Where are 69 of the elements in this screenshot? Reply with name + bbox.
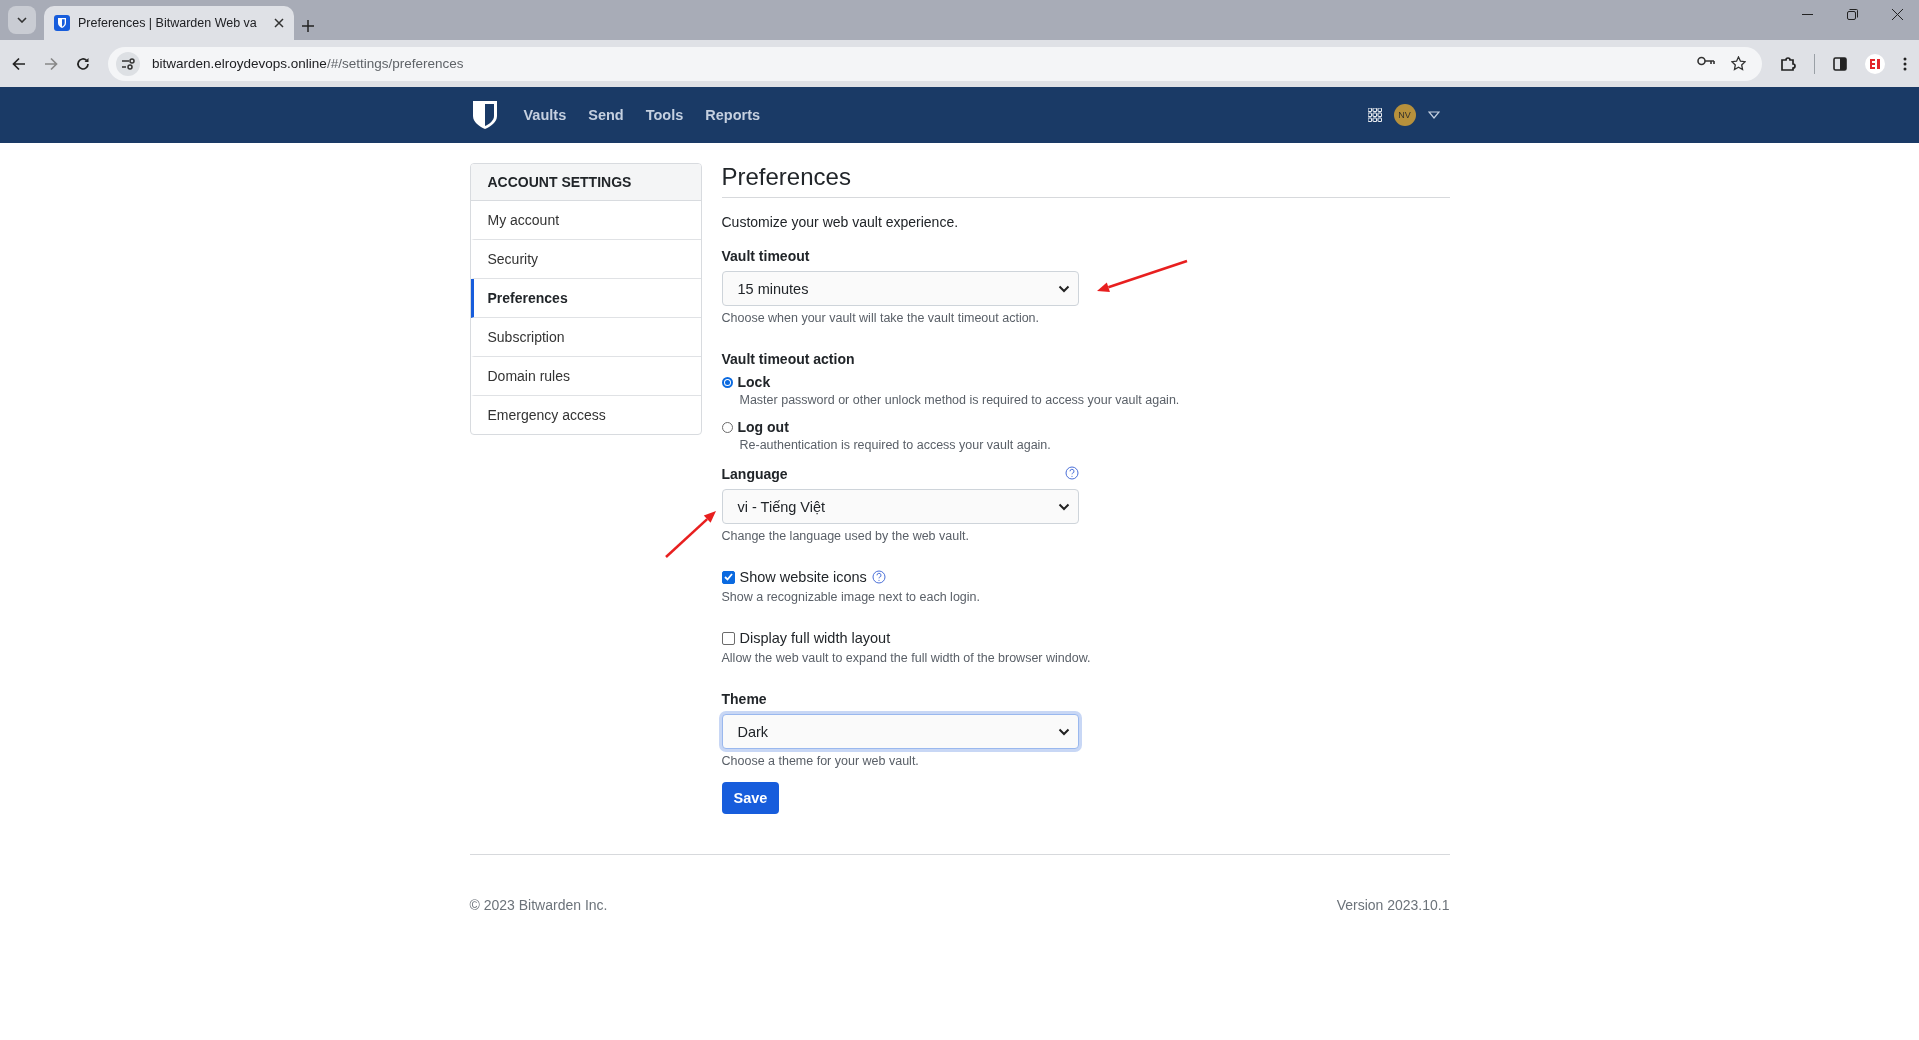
field-label: Vault timeout action bbox=[721, 351, 855, 367]
field-label: Theme bbox=[721, 691, 767, 707]
chevron-down-icon bbox=[17, 17, 27, 23]
nav-link[interactable]: Send bbox=[588, 107, 624, 123]
shield-logo-icon[interactable] bbox=[471, 100, 498, 130]
copyright-text: © 2023 Bitwarden Inc. bbox=[469, 897, 608, 913]
sidebar-item[interactable]: Security bbox=[470, 240, 701, 279]
field-hint: Allow the web vault to expand the full width of the browser window. bbox=[721, 651, 1092, 665]
sidebar-item[interactable]: Domain rules bbox=[470, 357, 701, 396]
radio-label: Lock bbox=[737, 374, 771, 390]
version-text: Version 2023.10.1 bbox=[1336, 897, 1450, 913]
page-description: Customize your web vault experience. bbox=[721, 214, 960, 230]
chevron-down-icon bbox=[1057, 502, 1070, 511]
radio-button[interactable] bbox=[721, 421, 733, 433]
checkbox[interactable] bbox=[721, 570, 735, 584]
shield-icon bbox=[54, 15, 70, 31]
sidebar-item[interactable]: My account bbox=[470, 201, 701, 240]
annotation-arrow bbox=[663, 509, 718, 559]
nav-link[interactable]: Tools bbox=[645, 107, 684, 123]
page-title: Preferences bbox=[721, 163, 1450, 198]
url-text: bitwarden.elroydevops.online/#/settings/preferences bbox=[152, 56, 464, 71]
caret-icon[interactable] bbox=[1427, 111, 1440, 119]
sidebar-heading: ACCOUNT SETTINGS bbox=[470, 164, 701, 201]
radio-button[interactable] bbox=[721, 376, 733, 388]
sidebar-item[interactable]: Preferences bbox=[470, 279, 701, 318]
reload-icon[interactable] bbox=[76, 56, 90, 71]
close-icon[interactable] bbox=[1892, 8, 1903, 20]
field-hint: Change the language used by the web vault. bbox=[721, 529, 970, 543]
help-icon[interactable] bbox=[1064, 466, 1079, 480]
site-settings-icon[interactable] bbox=[116, 51, 140, 76]
chevron-down-icon bbox=[1057, 284, 1070, 293]
field-label: Language bbox=[721, 466, 788, 482]
user-avatar[interactable]: NV bbox=[1393, 104, 1416, 126]
address-bar[interactable]: bitwarden.elroydevops.online/#/settings/preferences bbox=[108, 46, 1762, 81]
field-hint: Choose a theme for your web vault. bbox=[721, 754, 920, 768]
new-tab-icon[interactable] bbox=[302, 20, 314, 32]
back-icon[interactable] bbox=[12, 56, 26, 71]
nav-link[interactable]: Reports bbox=[705, 107, 761, 123]
help-icon[interactable] bbox=[871, 570, 886, 584]
close-icon[interactable] bbox=[274, 18, 284, 28]
option-description: Re-authentication is required to access your vault again. bbox=[739, 438, 1052, 452]
side-panel-icon[interactable] bbox=[1833, 56, 1847, 71]
browser-tab[interactable]: Preferences | Bitwarden Web va bbox=[44, 6, 294, 40]
tab-list-button[interactable] bbox=[8, 6, 36, 34]
puzzle-icon[interactable] bbox=[1780, 55, 1796, 72]
tab-title: Preferences | Bitwarden Web va bbox=[78, 16, 258, 30]
dropdown[interactable]: 15 minutes bbox=[721, 271, 1079, 306]
option-description: Master password or other unlock method is required to access your vault again. bbox=[739, 393, 1181, 407]
field-hint: Choose when your vault will take the vault timeout action. bbox=[721, 311, 1041, 325]
app-grid-icon[interactable] bbox=[1367, 108, 1382, 122]
dropdown[interactable]: Dark bbox=[721, 714, 1079, 749]
forward-icon[interactable] bbox=[44, 56, 58, 71]
checkbox-label: Display full width layout bbox=[739, 630, 891, 646]
more-icon[interactable] bbox=[1903, 56, 1907, 71]
field-hint: Show a recognizable image next to each login. bbox=[721, 590, 981, 604]
sidebar-item[interactable]: Emergency access bbox=[470, 396, 701, 434]
nav-link[interactable]: Vaults bbox=[523, 107, 567, 123]
extension-icon[interactable] bbox=[1865, 53, 1885, 74]
star-icon[interactable] bbox=[1731, 56, 1746, 71]
field-label: Vault timeout bbox=[721, 248, 810, 264]
restore-icon[interactable] bbox=[1847, 8, 1858, 20]
chevron-down-icon bbox=[1057, 727, 1070, 736]
dropdown[interactable]: vi - Tiếng Việt bbox=[721, 489, 1079, 524]
save-button[interactable]: Save bbox=[721, 782, 780, 814]
checkbox-label: Show website icons bbox=[739, 569, 867, 585]
sidebar-item[interactable]: Subscription bbox=[470, 318, 701, 357]
checkbox[interactable] bbox=[721, 631, 735, 645]
radio-label: Log out bbox=[737, 419, 789, 435]
key-icon[interactable] bbox=[1697, 56, 1715, 66]
